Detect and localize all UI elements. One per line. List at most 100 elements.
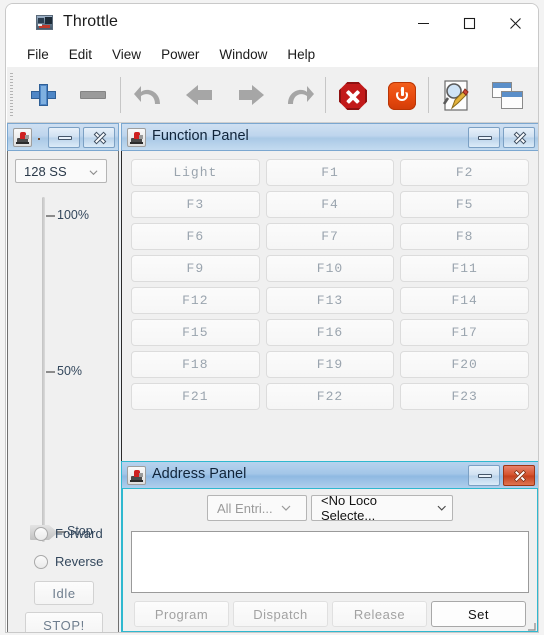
stop-button[interactable]: STOP! <box>25 612 103 632</box>
function-button[interactable]: F8 <box>400 223 529 250</box>
address-minimize-button[interactable] <box>468 465 500 486</box>
function-button[interactable]: F5 <box>400 191 529 218</box>
radio-forward-dot <box>34 526 48 541</box>
dispatch-button[interactable]: Dispatch <box>233 601 328 627</box>
function-button[interactable]: Light <box>131 159 260 186</box>
loco-address-icon <box>127 466 146 485</box>
toolbar-grip[interactable] <box>10 73 13 117</box>
speed-step-select[interactable]: 128 SS <box>15 159 107 183</box>
menu-window[interactable]: Window <box>209 45 277 65</box>
chevron-down-icon <box>281 505 291 511</box>
throttle-minimize-button[interactable] <box>48 127 80 148</box>
slider-track <box>42 197 45 542</box>
function-button[interactable]: F16 <box>265 319 395 346</box>
throttle-frame-title <box>38 138 40 140</box>
function-button[interactable]: F4 <box>265 191 395 218</box>
remove-throttle-button[interactable] <box>71 72 119 118</box>
power-button-icon <box>388 82 416 110</box>
function-button[interactable]: F1 <box>265 159 395 186</box>
function-frame-titlebar[interactable]: Function Panel <box>121 123 538 151</box>
radio-forward-label: Forward <box>55 526 103 541</box>
function-button[interactable]: F9 <box>131 255 260 282</box>
close-button[interactable] <box>492 4 538 42</box>
menu-edit[interactable]: Edit <box>59 45 102 65</box>
chevron-down-icon <box>437 505 446 511</box>
roster-filter-select[interactable]: All Entri... <box>207 495 307 521</box>
window-title: Throttle <box>63 13 119 30</box>
function-button[interactable]: F14 <box>400 287 529 314</box>
new-throttle-button[interactable] <box>19 72 67 118</box>
function-button[interactable]: F6 <box>131 223 260 250</box>
function-minimize-button[interactable] <box>468 127 500 148</box>
forward-button[interactable] <box>227 72 275 118</box>
set-button[interactable]: Set <box>431 601 526 627</box>
toolbar <box>7 67 538 123</box>
function-button[interactable]: F10 <box>265 255 395 282</box>
function-button[interactable]: F12 <box>131 287 260 314</box>
loco-function-icon <box>127 128 146 147</box>
windows-button[interactable] <box>484 72 532 118</box>
estop-button[interactable] <box>329 72 377 118</box>
loco-throttle-icon <box>13 128 32 147</box>
slider-tick-100 <box>46 215 55 217</box>
address-frame-titlebar[interactable]: Address Panel <box>121 461 538 489</box>
edit-roster-button[interactable] <box>432 72 480 118</box>
address-list[interactable] <box>131 531 529 593</box>
function-button[interactable]: F15 <box>131 319 260 346</box>
toolbar-separator-3 <box>428 77 429 113</box>
function-button[interactable]: F21 <box>131 383 260 410</box>
function-button[interactable]: F17 <box>400 319 529 346</box>
document-magnifier-pencil-icon <box>441 80 471 112</box>
function-button[interactable]: F23 <box>400 383 529 410</box>
resize-grip[interactable] <box>524 619 536 631</box>
function-button[interactable]: F22 <box>265 383 395 410</box>
throttle-close-button[interactable] <box>83 127 115 148</box>
toolbar-separator-2 <box>325 77 326 113</box>
radio-forward[interactable]: Forward <box>34 526 103 541</box>
function-button[interactable]: F3 <box>131 191 260 218</box>
function-button[interactable]: F19 <box>265 351 395 378</box>
minimize-button[interactable] <box>400 4 446 42</box>
menu-file[interactable]: File <box>17 45 59 65</box>
minus-icon <box>80 91 106 99</box>
function-button[interactable]: F18 <box>131 351 260 378</box>
redo-button[interactable] <box>276 72 324 118</box>
loco-select-value: <No Loco Selecte... <box>321 493 378 523</box>
function-button[interactable]: F2 <box>400 159 529 186</box>
radio-reverse[interactable]: Reverse <box>34 554 103 569</box>
locomotive-icon <box>36 15 53 30</box>
function-button[interactable]: F20 <box>400 351 529 378</box>
main-window: Throttle File Edit View Power Window Hel… <box>5 3 539 633</box>
address-frame-controls <box>468 465 535 486</box>
throttle-frame-body: 128 SS 100% 50% Stop Forward Reverse Idl… <box>7 151 119 632</box>
address-action-buttons: Program Dispatch Release Set <box>123 601 537 629</box>
back-button[interactable] <box>178 72 226 118</box>
speed-step-value: 128 SS <box>24 163 67 179</box>
maximize-button[interactable] <box>446 4 492 42</box>
function-button[interactable]: F13 <box>265 287 395 314</box>
desktop-pane: 128 SS 100% 50% Stop Forward Reverse Idl… <box>7 123 538 632</box>
undo-button[interactable] <box>126 72 174 118</box>
menu-view[interactable]: View <box>102 45 151 65</box>
power-button[interactable] <box>378 72 426 118</box>
function-button[interactable]: F11 <box>400 255 529 282</box>
slider-tick-50 <box>46 371 55 373</box>
address-close-button[interactable] <box>503 465 535 486</box>
program-button[interactable]: Program <box>134 601 229 627</box>
idle-button[interactable]: Idle <box>34 581 94 605</box>
window-titlebar: Throttle <box>6 4 538 42</box>
function-panel-frame: Function Panel Light F1 F2 F3 F4 F5 F6 F… <box>121 123 538 463</box>
function-button[interactable]: F7 <box>265 223 395 250</box>
function-close-button[interactable] <box>503 127 535 148</box>
radio-reverse-label: Reverse <box>55 554 104 569</box>
plus-icon <box>29 84 57 106</box>
release-button[interactable]: Release <box>332 601 427 627</box>
menu-help[interactable]: Help <box>277 45 325 65</box>
undo-arrow-icon <box>133 83 165 107</box>
menu-power[interactable]: Power <box>151 45 209 65</box>
throttle-frame-titlebar[interactable] <box>7 123 119 151</box>
redo-arrow-icon <box>283 83 315 107</box>
loco-select[interactable]: <No Loco Selecte... <box>311 493 453 523</box>
throttle-frame-controls <box>48 127 115 148</box>
function-frame-body: Light F1 F2 F3 F4 F5 F6 F7 F8 F9 F10 F11… <box>121 151 538 463</box>
